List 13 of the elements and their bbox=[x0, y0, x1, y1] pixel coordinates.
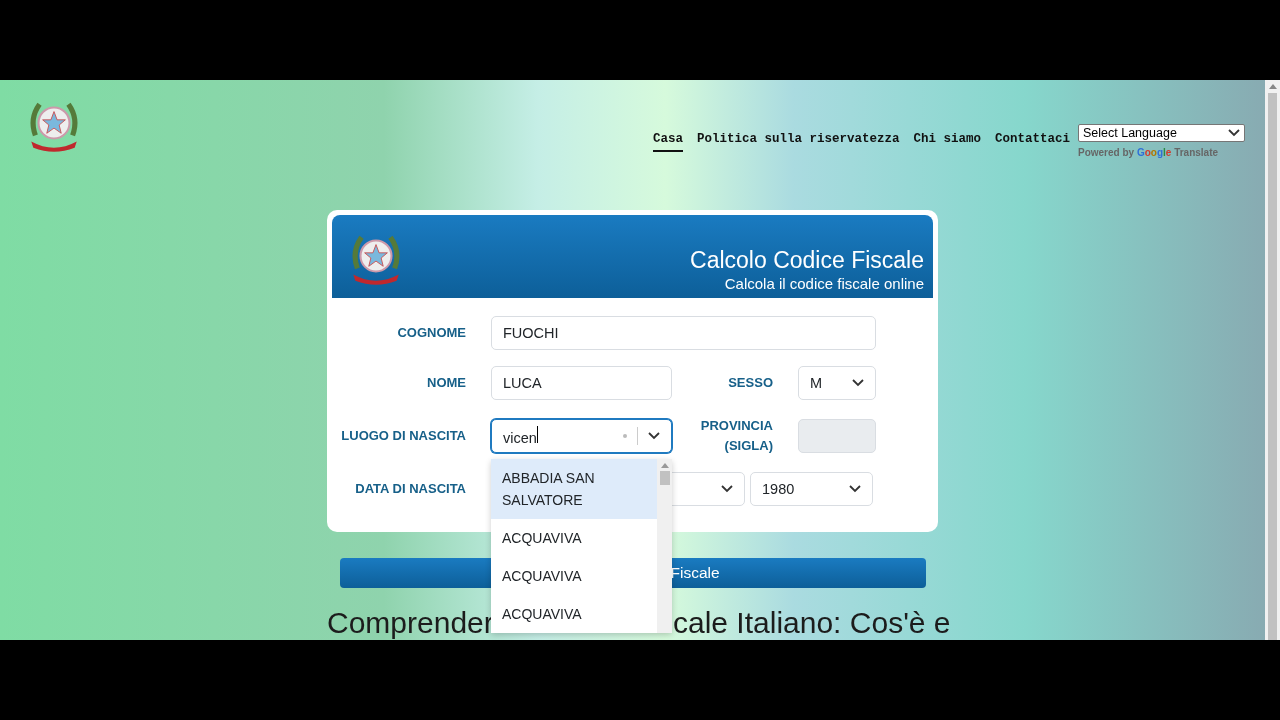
section-heading: cale Italiano: Cos'è e bbox=[673, 606, 951, 640]
field-label: COGNOME bbox=[396, 323, 466, 342]
field-label: LUOGO DI NASCITA bbox=[340, 426, 466, 445]
card-title: Calcolo Codice Fiscale bbox=[690, 245, 924, 274]
powered-by-text: Powered by bbox=[1078, 147, 1135, 158]
field-label: DATA DI NASCITA bbox=[354, 479, 466, 498]
section-heading: Comprender bbox=[327, 606, 494, 640]
google-wordmark: Google bbox=[1136, 147, 1172, 158]
translate-text: Translate bbox=[1174, 147, 1219, 158]
field-label: NOME bbox=[426, 373, 466, 392]
card-subtitle: Calcola il codice fiscale online bbox=[724, 273, 924, 294]
field-label: SESSO bbox=[727, 373, 773, 392]
field-label: PROVINCIA (SIGLA) bbox=[699, 416, 773, 455]
